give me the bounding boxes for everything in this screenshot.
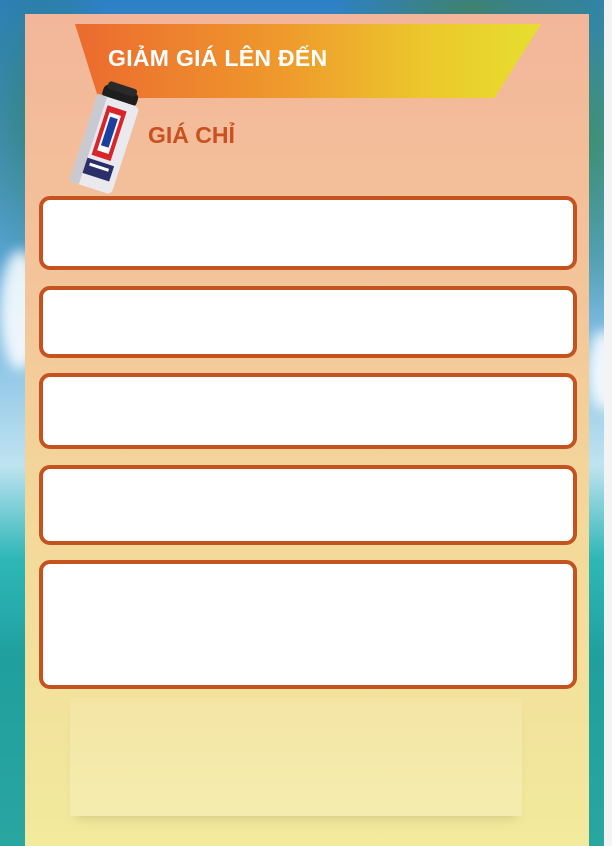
- info-box-5: [39, 560, 577, 689]
- info-box-3: [39, 373, 577, 449]
- frame-edge: [604, 0, 612, 846]
- spray-can-icon: [69, 81, 139, 194]
- bottom-shade: [70, 698, 522, 816]
- info-box-2: [39, 286, 577, 358]
- banner-title: GIẢM GIÁ LÊN ĐẾN: [108, 45, 328, 71]
- info-box-4: [39, 465, 577, 545]
- info-box-1: [39, 196, 577, 270]
- price-label: GIÁ CHỈ: [148, 122, 235, 148]
